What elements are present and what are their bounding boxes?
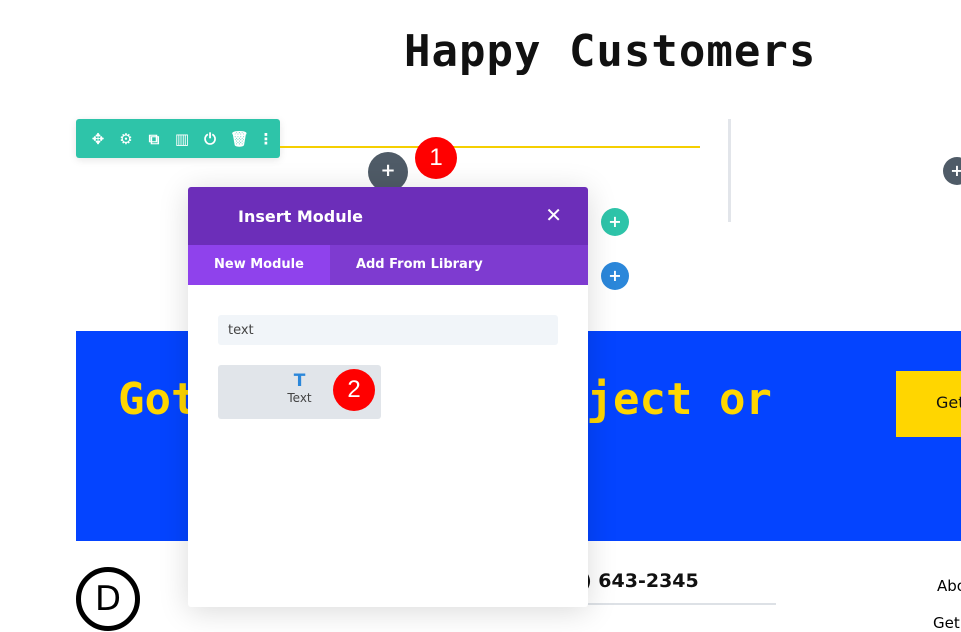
modal-title: Insert Module (238, 207, 363, 226)
gear-icon[interactable]: ⚙ (118, 130, 134, 148)
cta-button[interactable]: Get (896, 371, 961, 437)
add-module-button[interactable]: + (368, 152, 408, 192)
divider-line (280, 146, 700, 148)
close-icon[interactable]: ✕ (545, 203, 562, 227)
trash-icon[interactable]: 🗑 (230, 130, 249, 148)
more-icon[interactable]: ⋮ (258, 130, 274, 148)
cta-heading-left: Got (118, 374, 198, 425)
footer-link[interactable]: Get (933, 614, 960, 632)
tab-new-module[interactable]: New Module (188, 245, 330, 285)
tab-add-from-library[interactable]: Add From Library (330, 245, 509, 285)
add-section-icon[interactable]: + (601, 262, 629, 290)
insert-module-modal: Insert Module ✕ New Module Add From Libr… (188, 187, 588, 607)
phone-underline (580, 603, 776, 605)
move-icon[interactable]: ✥ (90, 130, 106, 148)
add-row-icon[interactable]: + (601, 208, 629, 236)
page-title: Happy Customers (404, 26, 817, 77)
row-toolbar: ✥ ⚙ ⧉ ▥ ⏻ 🗑 ⋮ (76, 119, 280, 158)
power-icon[interactable]: ⏻ (202, 130, 218, 148)
duplicate-icon[interactable]: ⧉ (146, 130, 162, 148)
phone-number: ) 643-2345 (583, 570, 699, 592)
column-divider (728, 119, 731, 222)
footer-link[interactable]: Abo (937, 577, 961, 595)
step-badge-1: 1 (415, 137, 457, 179)
cta-heading-right: oject or (560, 374, 772, 425)
columns-icon[interactable]: ▥ (174, 130, 190, 148)
step-badge-2: 2 (333, 369, 375, 411)
add-module-icon-right[interactable]: + (943, 157, 961, 185)
module-search-input[interactable] (218, 315, 558, 345)
logo: D (76, 567, 140, 631)
